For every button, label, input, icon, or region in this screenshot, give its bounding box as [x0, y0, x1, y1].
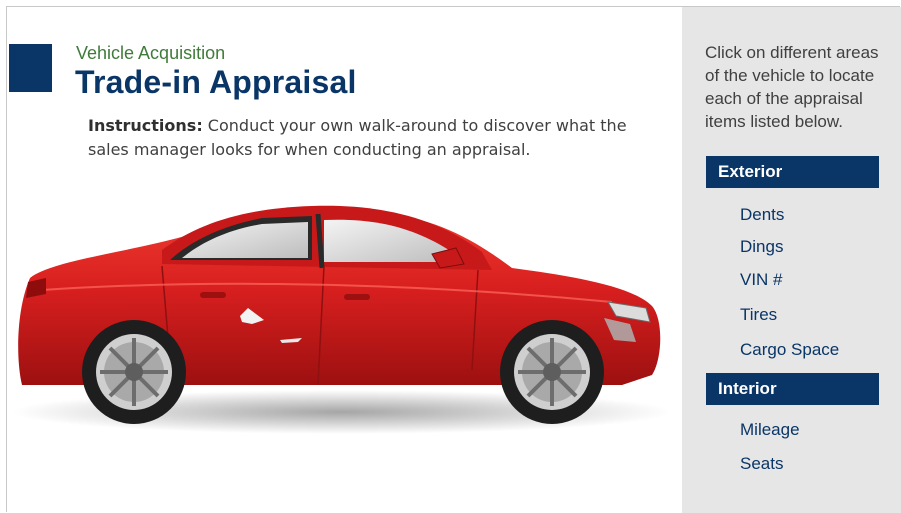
item-dings[interactable]: Dings	[740, 237, 783, 257]
section-header-exterior[interactable]: Exterior	[706, 156, 879, 188]
item-mileage[interactable]: Mileage	[740, 420, 800, 440]
rear-tire[interactable]	[82, 320, 186, 424]
instructions-label: Instructions:	[88, 116, 203, 135]
item-seats[interactable]: Seats	[740, 454, 783, 474]
item-dents[interactable]: Dents	[740, 205, 784, 225]
page-subtitle: Vehicle Acquisition	[76, 43, 226, 63]
section-header-interior[interactable]: Interior	[706, 373, 879, 405]
instructions: Instructions: Conduct your own walk-arou…	[88, 114, 648, 162]
sidebar-intro: Click on different areas of the vehicle …	[705, 43, 879, 131]
car-image[interactable]	[12, 190, 672, 440]
front-tire[interactable]	[500, 320, 604, 424]
item-tires[interactable]: Tires	[740, 305, 777, 325]
item-vin[interactable]: VIN #	[740, 270, 783, 290]
accent-square	[9, 44, 52, 92]
sidebar: Click on different areas of the vehicle …	[682, 7, 901, 513]
item-cargo-space[interactable]: Cargo Space	[740, 340, 839, 360]
page-title: Trade-in Appraisal	[75, 64, 357, 100]
rear-door-handle	[200, 292, 226, 298]
front-door-handle	[344, 294, 370, 300]
